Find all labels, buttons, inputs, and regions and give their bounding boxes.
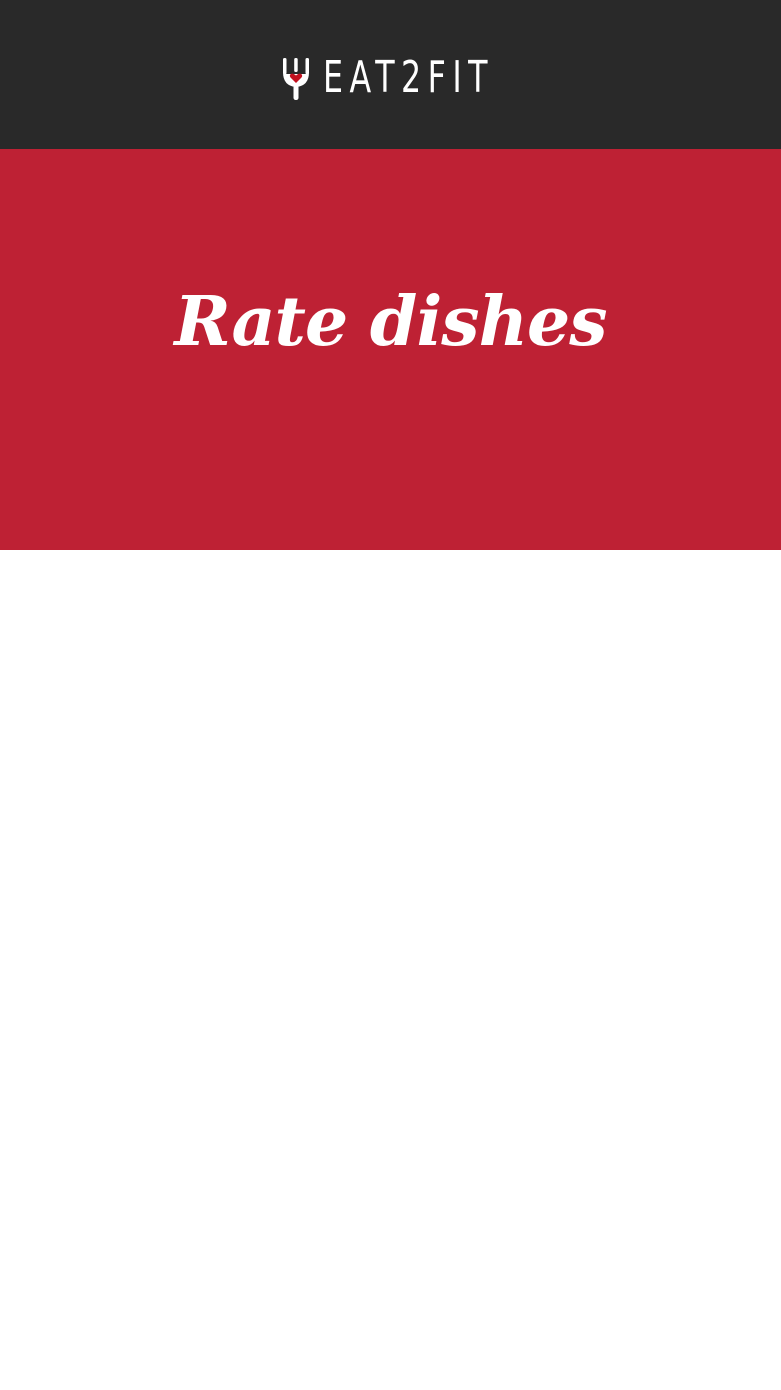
brand-wordmark: EAT2FIT (323, 52, 495, 103)
fork-heart-icon (283, 58, 309, 100)
brand-logo-link[interactable]: EAT2FIT (281, 56, 561, 100)
main-content-area (0, 550, 781, 1390)
page: EAT2FIT Rate dishes (0, 0, 781, 1390)
top-navigation-bar: EAT2FIT (0, 0, 781, 149)
page-title: Rate dishes (174, 281, 607, 362)
hero-banner: Rate dishes (0, 149, 781, 550)
